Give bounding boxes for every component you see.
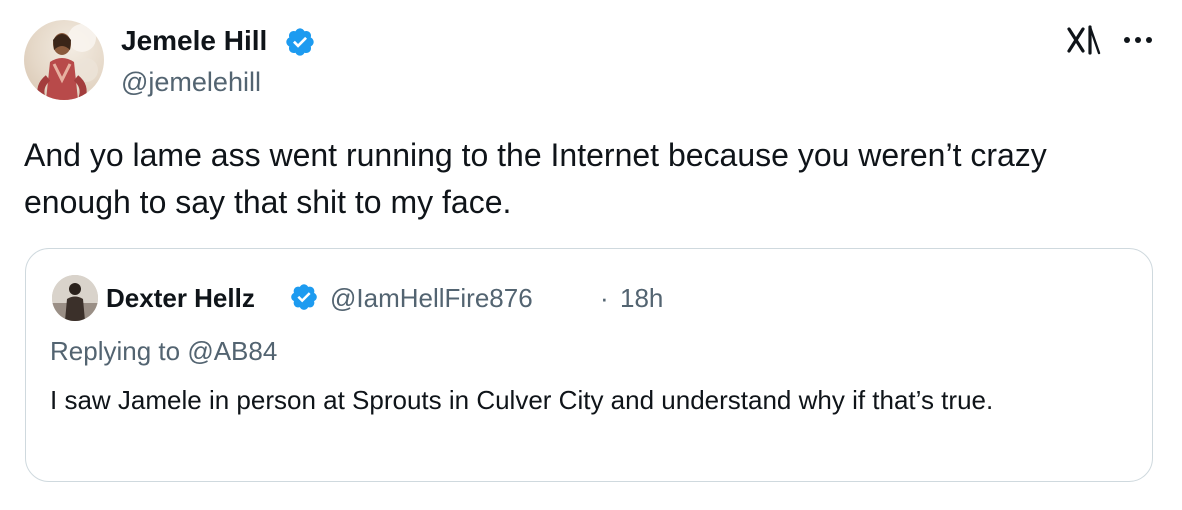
grok-icon[interactable] [1066, 24, 1102, 56]
tweet-text: And yo lame ass went running to the Inte… [24, 137, 1047, 220]
quote-author-handle[interactable]: @IamHellFire876 [330, 283, 533, 313]
author-avatar-image [37, 24, 98, 100]
author-handle[interactable]: @jemelehill [121, 66, 261, 98]
replying-to-handle[interactable]: @AB84 [187, 336, 277, 366]
quote-author-name[interactable]: Dexter Hellz [106, 283, 255, 313]
verified-badge-icon[interactable] [284, 26, 316, 58]
quote-replying-to: Replying to @AB84 [50, 335, 277, 367]
replying-to-label: Replying to [50, 336, 181, 366]
quote-verified-badge-icon[interactable] [289, 282, 319, 312]
tweet-card: Jemele Hill @jemelehill And yo lame ass … [0, 0, 1182, 510]
quote-timestamp[interactable]: 18h [620, 283, 663, 313]
more-horizontal-icon[interactable] [1122, 34, 1154, 46]
quote-text: I saw Jamele in person at Sprouts in Cul… [50, 385, 994, 415]
quote-separator: · [600, 283, 609, 313]
author-avatar[interactable] [24, 20, 104, 100]
author-name[interactable]: Jemele Hill [121, 25, 267, 57]
quoted-tweet[interactable]: Dexter Hellz @IamHellFire876 · 18h Reply… [25, 248, 1153, 482]
quote-author-avatar[interactable] [52, 275, 98, 321]
quote-author-avatar-image [52, 275, 98, 321]
